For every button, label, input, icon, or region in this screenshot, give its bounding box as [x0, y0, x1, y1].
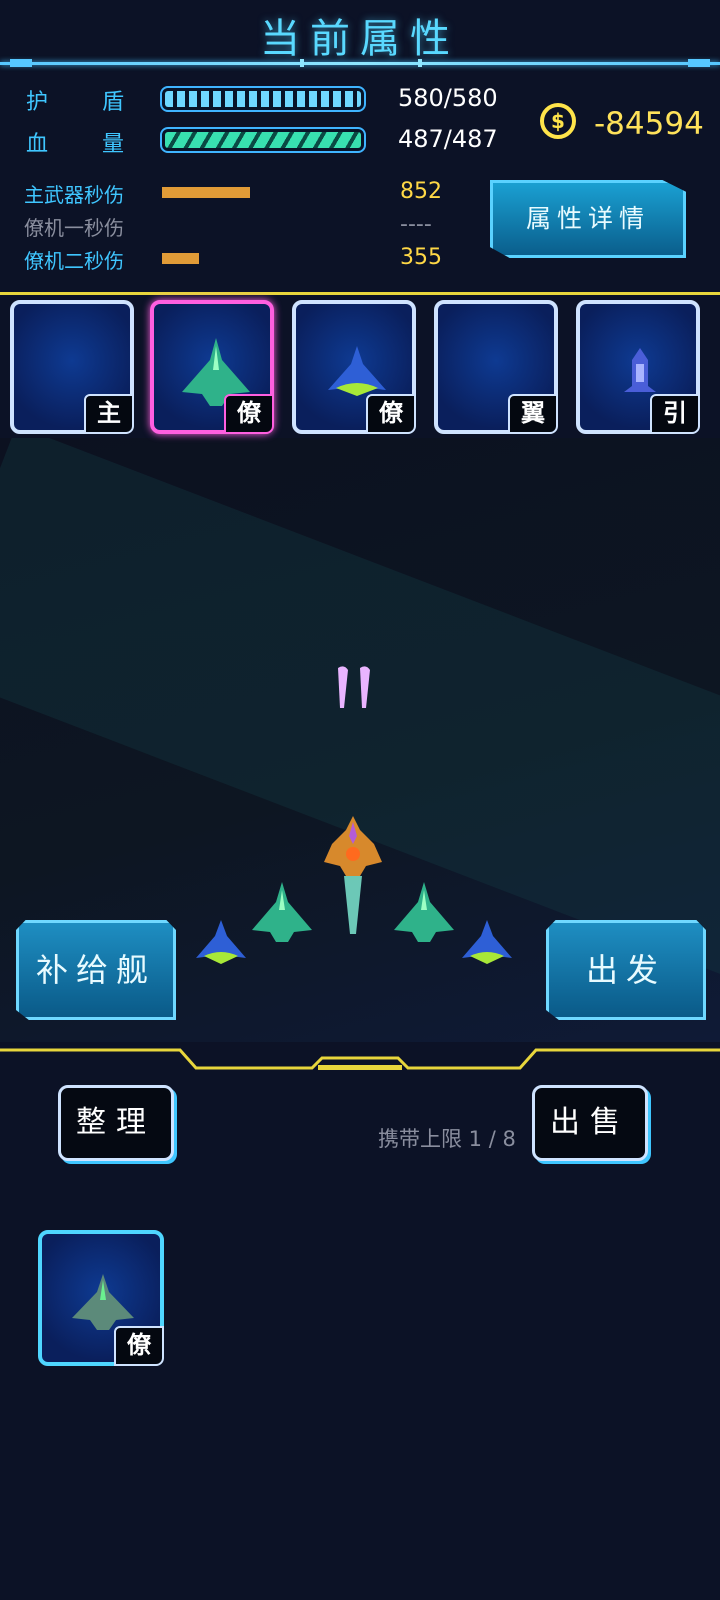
- hp-value: 487/487: [398, 125, 498, 153]
- slot-tag: 主: [84, 394, 134, 434]
- hp-label-b: 量: [102, 132, 125, 157]
- green-wingman-ship-icon: [72, 1274, 134, 1330]
- blue-wingman-ship-icon: [328, 346, 386, 396]
- inventory-item[interactable]: 僚: [38, 1230, 164, 1366]
- dps-value-main: 852: [400, 179, 442, 204]
- shield-label-b: 盾: [102, 90, 125, 115]
- inventory-divider: [0, 1048, 720, 1070]
- dps-bar-main: [162, 187, 250, 198]
- bullet-icon: [338, 666, 370, 708]
- page-title: 当前属性: [260, 16, 460, 62]
- equip-slot-engine[interactable]: 引: [576, 300, 700, 434]
- shield-value: 580/580: [398, 84, 498, 112]
- hp-bar-fill: [165, 132, 361, 148]
- divider-tick: [300, 59, 304, 67]
- divider-line: [0, 292, 720, 295]
- dps-value-wingman-2: 355: [400, 245, 442, 270]
- divider-tick: [418, 59, 422, 67]
- supply-ship-button[interactable]: 补给舰: [16, 920, 176, 1020]
- dps-bar-wingman-2: [162, 253, 199, 264]
- currency-amount: -84594: [594, 106, 704, 142]
- blue-wingman-ship-icon: [196, 920, 246, 964]
- dps-value-wingman-1: ----: [400, 212, 432, 237]
- equip-slot-wingman-1[interactable]: 僚: [150, 300, 274, 434]
- dps-label-wingman-1: 僚机一秒伤: [24, 216, 124, 240]
- green-wingman-ship-icon: [252, 882, 312, 942]
- shield-bar-fill: [165, 91, 361, 107]
- dps-label-wingman-2: 僚机二秒伤: [24, 249, 124, 273]
- equip-slot-main[interactable]: 主: [10, 300, 134, 434]
- coin-icon: $: [540, 103, 576, 139]
- shield-bar: [160, 86, 366, 112]
- green-wingman-ship-icon: [394, 882, 454, 942]
- blue-wingman-ship-icon: [462, 920, 512, 964]
- player-ship-icon: [324, 816, 382, 934]
- equip-slot-wingman-2[interactable]: 僚: [292, 300, 416, 434]
- depart-button[interactable]: 出发: [546, 920, 706, 1020]
- equip-slot-wing[interactable]: 翼: [434, 300, 558, 434]
- slot-tag: 僚: [224, 394, 274, 434]
- slot-tag: 引: [650, 394, 700, 434]
- carry-limit: 携带上限 1 / 8: [378, 1127, 516, 1151]
- sell-button[interactable]: 出售: [532, 1085, 648, 1161]
- slot-tag: 僚: [114, 1326, 164, 1366]
- engine-icon: [624, 348, 656, 392]
- hp-label-a: 血: [26, 132, 49, 157]
- organize-button[interactable]: 整理: [58, 1085, 174, 1161]
- dps-label-main: 主武器秒伤: [24, 183, 124, 207]
- slot-tag: 翼: [508, 394, 558, 434]
- shield-label-a: 护: [26, 90, 49, 115]
- hp-bar: [160, 127, 366, 153]
- title-divider: [0, 59, 720, 67]
- slot-tag: 僚: [366, 394, 416, 434]
- attribute-details-button[interactable]: 属性详情: [490, 180, 686, 258]
